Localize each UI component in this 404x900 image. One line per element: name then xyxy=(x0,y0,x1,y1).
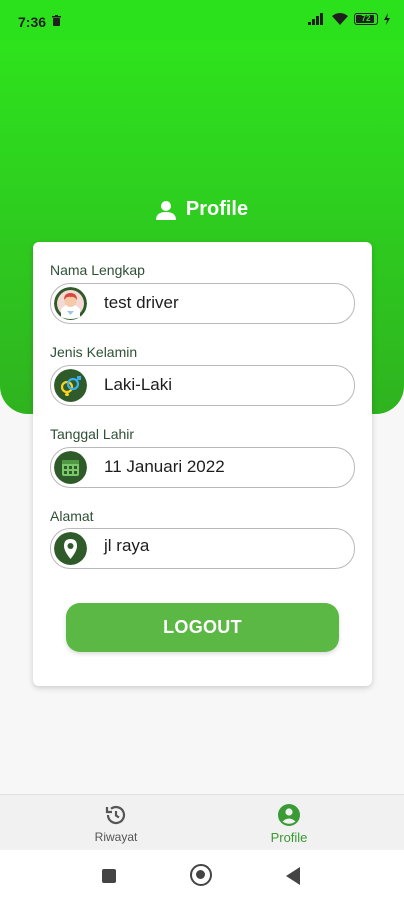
wifi-icon xyxy=(332,13,348,25)
nav-label-profile: Profile xyxy=(270,830,308,845)
charging-icon xyxy=(384,13,390,25)
nama-lengkap-label: Nama Lengkap xyxy=(50,262,145,278)
page-title-text: Profile xyxy=(185,198,249,220)
alamat-label: Alamat xyxy=(50,508,94,524)
nav-item-riwayat[interactable]: Riwayat xyxy=(66,803,166,844)
jenis-kelamin-value: Laki-Laki xyxy=(104,375,173,394)
logout-button[interactable]: LOGOUT xyxy=(66,603,339,652)
system-navigation-bar xyxy=(0,850,404,900)
person-icon xyxy=(155,200,176,220)
bottom-navigation: Riwayat Profile xyxy=(0,794,404,850)
alamat-field[interactable]: jl raya xyxy=(50,528,355,569)
status-bar: 7:36 72 xyxy=(0,0,404,40)
history-icon xyxy=(105,805,126,825)
recents-button[interactable] xyxy=(102,869,116,883)
account-circle-icon xyxy=(278,804,300,826)
page-title: Profile xyxy=(0,198,404,221)
battery-icon: 72 xyxy=(354,13,378,25)
jenis-kelamin-label: Jenis Kelamin xyxy=(50,344,138,360)
jenis-kelamin-field[interactable]: Laki-Laki xyxy=(50,365,355,406)
status-time: 7:36 xyxy=(18,14,47,30)
tanggal-lahir-value: 11 Januari 2022 xyxy=(104,457,225,476)
gender-icon xyxy=(54,369,87,402)
signal-icon xyxy=(308,13,323,25)
nama-lengkap-field[interactable]: test driver xyxy=(50,283,355,324)
tanggal-lahir-field[interactable]: 11 Januari 2022 xyxy=(50,447,355,488)
back-button[interactable] xyxy=(286,867,300,885)
calendar-icon xyxy=(54,451,87,484)
location-pin-icon xyxy=(54,532,87,565)
avatar-icon xyxy=(54,287,87,320)
alamat-value: jl raya xyxy=(104,536,150,555)
status-icons: 72 xyxy=(308,13,390,25)
nav-item-profile[interactable]: Profile xyxy=(239,803,339,845)
nama-lengkap-value: test driver xyxy=(104,293,179,312)
nav-label-riwayat: Riwayat xyxy=(94,830,138,844)
profile-card: Nama Lengkap test driver Jenis Kelamin L… xyxy=(33,242,372,686)
home-button[interactable] xyxy=(190,864,212,886)
tanggal-lahir-label: Tanggal Lahir xyxy=(50,426,135,442)
trash-notification-icon xyxy=(52,15,61,26)
